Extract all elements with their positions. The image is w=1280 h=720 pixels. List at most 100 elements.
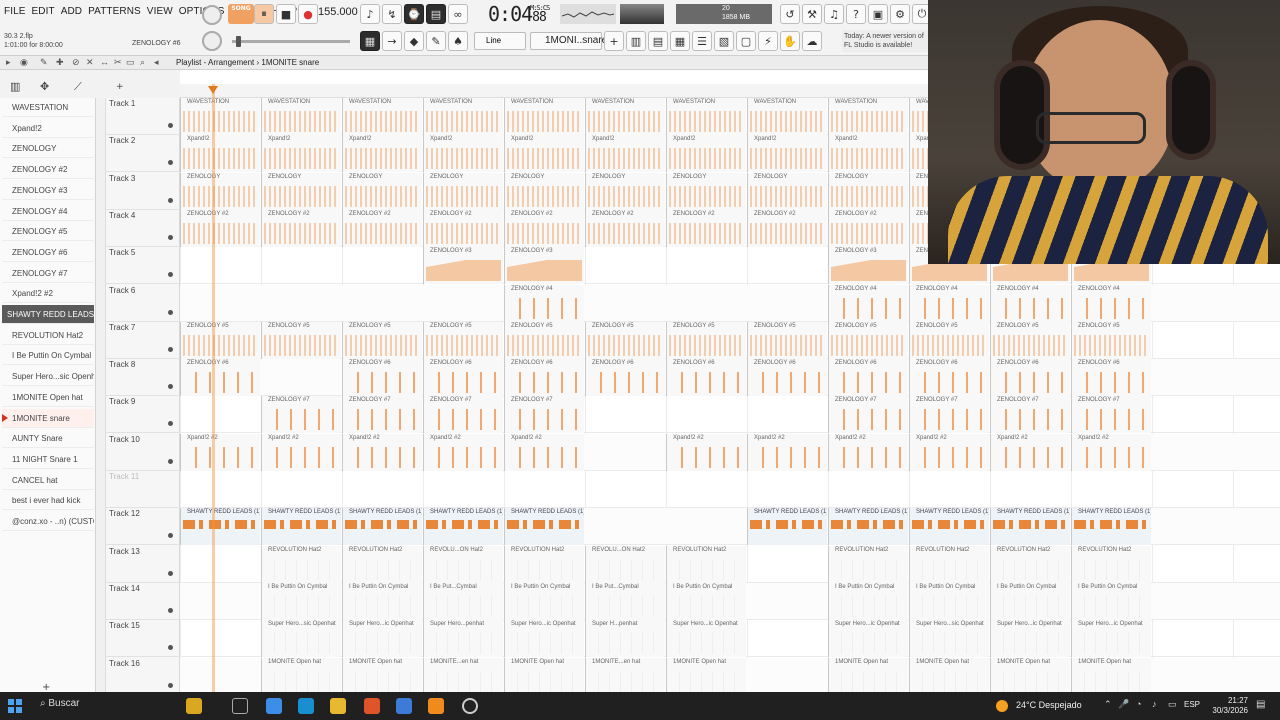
steam-icon[interactable] bbox=[396, 698, 412, 714]
news-panel[interactable]: Today: A newer version of FL Studio is a… bbox=[842, 30, 928, 52]
pattern-clip[interactable]: 1MONITE Open hat bbox=[342, 657, 422, 692]
pattern-clip[interactable]: REVOLUTION Hat2 bbox=[342, 545, 422, 583]
file-explorer-icon[interactable] bbox=[330, 698, 346, 714]
playlist-lane[interactable]: Xpand!2 #2 Xpand!2 #2 Xpand!2 #2 Xpand!2 #2… bbox=[180, 433, 1280, 471]
pattern-clip[interactable]: I Be Puttin On Cymbal bbox=[828, 582, 908, 620]
pattern-clip[interactable]: ZENOLOGY #5 bbox=[261, 321, 341, 359]
track-mute-dot-icon[interactable] bbox=[168, 234, 173, 240]
pattern-clip[interactable]: ZENOLOGY #4 bbox=[504, 284, 584, 322]
playhead-marker-icon[interactable] bbox=[208, 86, 218, 94]
track-mute-dot-icon[interactable] bbox=[168, 384, 173, 390]
microphone-icon[interactable]: ♫ bbox=[824, 4, 844, 24]
record-button[interactable]: ● bbox=[298, 4, 318, 24]
windows-start-icon[interactable] bbox=[8, 699, 22, 713]
pattern-clip[interactable]: ZENOLOGY #5 bbox=[180, 321, 260, 359]
song-mode-button[interactable]: SONG bbox=[228, 4, 254, 24]
pattern-clip[interactable]: Xpand!2 #2 bbox=[504, 433, 584, 471]
pattern-clip[interactable]: ZENOLOGY #5 bbox=[828, 321, 908, 359]
pattern-clip[interactable]: ZENOLOGY #4 bbox=[990, 284, 1070, 322]
pattern-clip[interactable]: ZENOLOGY #6 bbox=[342, 359, 422, 397]
picker-splitter[interactable] bbox=[96, 98, 106, 692]
track-header[interactable]: Track 5 bbox=[106, 247, 180, 285]
pattern-clip[interactable]: Xpand!2 #2 bbox=[666, 433, 746, 471]
pattern-clip[interactable]: ZENOLOGY #7 bbox=[342, 396, 422, 434]
track-header[interactable]: Track 12 bbox=[106, 508, 180, 546]
picker-item[interactable]: REVOLUTION Hat2 bbox=[2, 326, 94, 345]
picker-item[interactable]: ZENOLOGY #4 bbox=[2, 202, 94, 221]
pattern-clip[interactable]: ZENOLOGY #2 bbox=[180, 209, 260, 247]
track-mute-dot-icon[interactable] bbox=[168, 533, 173, 539]
menu-edit[interactable]: EDIT bbox=[32, 6, 55, 17]
pattern-clip[interactable]: Super Hero...ic Openhat bbox=[666, 620, 746, 658]
pattern-clip[interactable]: ZENOLOGY #5 bbox=[990, 321, 1070, 359]
track-header[interactable]: Track 9 bbox=[106, 396, 180, 434]
picker-item[interactable]: Xpand!2 bbox=[2, 119, 94, 138]
track-header[interactable]: Track 11 bbox=[106, 471, 180, 508]
pattern-clip[interactable]: Xpand!2 #2 bbox=[423, 433, 503, 471]
edge-icon[interactable] bbox=[298, 698, 314, 714]
playlist-lane[interactable]: I Be Puttin On Cymbal I Be Puttin On Cymb… bbox=[180, 582, 1280, 620]
pattern-clip[interactable]: Xpand!2 #2 bbox=[990, 433, 1070, 471]
menu-patterns[interactable]: PATTERNS bbox=[88, 6, 141, 17]
pattern-clip[interactable]: WAVESTATION bbox=[666, 98, 746, 135]
mixer-icon[interactable]: ⚒ bbox=[802, 4, 822, 24]
pattern-song-knob[interactable] bbox=[202, 5, 222, 25]
pattern-clip[interactable]: ZENOLOGY #6 bbox=[828, 359, 908, 397]
pattern-clip[interactable]: REVOLUTION Hat2 bbox=[261, 545, 341, 583]
pattern-clip[interactable]: ZENOLOGY #6 bbox=[504, 359, 584, 397]
menu-file[interactable]: FILE bbox=[4, 6, 26, 17]
playlist-lane[interactable]: ZENOLOGY #5 ZENOLOGY #5 ZENOLOGY #5 ZENOLOG… bbox=[180, 321, 1280, 359]
pattern-clip[interactable]: SHAWTY REDD LEADS (1) bbox=[504, 508, 584, 546]
pattern-clip[interactable]: WAVESTATION bbox=[828, 98, 908, 135]
pattern-clip[interactable]: ZENOLOGY #7 bbox=[261, 396, 341, 434]
play-button[interactable]: ⏸ bbox=[254, 4, 274, 24]
edit-icon[interactable]: ⟋ bbox=[74, 80, 82, 94]
playlist-lane[interactable]: Super Hero...sic Openhat Super Hero...ic … bbox=[180, 620, 1280, 658]
channel-rack-icon[interactable]: ▤ bbox=[648, 31, 668, 51]
copilot-app-icon[interactable] bbox=[266, 698, 282, 714]
pattern-clip[interactable]: Xpand!2 #2 bbox=[1071, 433, 1151, 471]
pattern-clip[interactable]: Xpand!2 bbox=[828, 135, 908, 173]
pattern-clip[interactable]: I Be Puttin On Cymbal bbox=[342, 582, 422, 620]
pattern-clip[interactable]: ZENOLOGY #7 bbox=[990, 396, 1070, 434]
pattern-clip[interactable]: ZENOLOGY bbox=[828, 172, 908, 210]
pattern-clip[interactable]: WAVESTATION bbox=[261, 98, 341, 135]
delete-tool-icon[interactable]: ⊘ bbox=[72, 57, 80, 68]
copilot-icon[interactable] bbox=[186, 698, 202, 714]
undo-history-icon[interactable]: ↺ bbox=[780, 4, 800, 24]
playlist-lane[interactable]: ZENOLOGY #4 ZENOLOGY #4 ZENOLOGY #4 ZENOLOG… bbox=[180, 284, 1280, 322]
pattern-clip[interactable]: ZENOLOGY #7 bbox=[1071, 396, 1151, 434]
pattern-clip[interactable]: Xpand!2 #2 bbox=[342, 433, 422, 471]
pattern-clip[interactable]: 1MONITE Open hat bbox=[504, 657, 584, 692]
pattern-clip[interactable]: ZENOLOGY #6 bbox=[1071, 359, 1151, 397]
pattern-clip[interactable]: Xpand!2 #2 bbox=[747, 433, 827, 471]
piano-mode-icon[interactable]: ▥ bbox=[10, 80, 20, 93]
pattern-clip[interactable]: ZENOLOGY #3 bbox=[504, 247, 584, 285]
pattern-clip[interactable]: SHAWTY REDD LEADS (1) bbox=[909, 508, 989, 546]
track-mute-dot-icon[interactable] bbox=[168, 458, 173, 464]
pattern-clip[interactable]: SHAWTY REDD LEADS (1) bbox=[990, 508, 1070, 546]
touch-icon[interactable]: ✋ bbox=[780, 31, 800, 51]
pattern-clip[interactable]: ZENOLOGY #3 bbox=[423, 247, 503, 285]
pattern-clip[interactable]: ZENOLOGY bbox=[585, 172, 665, 210]
stop-button[interactable]: ■ bbox=[276, 4, 296, 24]
pattern-clip[interactable]: Xpand!2 #2 bbox=[828, 433, 908, 471]
pattern-clip[interactable]: SHAWTY REDD LEADS (1) bbox=[180, 508, 260, 546]
pattern-clip[interactable]: ZENOLOGY #2 bbox=[666, 209, 746, 247]
pattern-clip[interactable]: REVOLUTION Hat2 bbox=[1071, 545, 1151, 583]
pattern-clip[interactable]: Xpand!2 bbox=[504, 135, 584, 173]
picker-item[interactable]: ZENOLOGY bbox=[2, 139, 94, 159]
weather-text[interactable]: 24°C Despejado bbox=[1016, 700, 1082, 710]
add-pattern-button[interactable]: + bbox=[604, 31, 624, 51]
pattern-clip[interactable]: I Be Puttin On Cymbal bbox=[504, 582, 584, 620]
help-icon[interactable]: ? bbox=[846, 4, 866, 24]
picker-item[interactable]: CANCEL hat bbox=[2, 471, 94, 490]
pattern-clip[interactable]: Xpand!2 bbox=[747, 135, 827, 173]
master-pitch-slider[interactable] bbox=[232, 36, 350, 47]
countdown-button[interactable]: ⌚ bbox=[404, 4, 424, 24]
track-header[interactable]: Track 14 bbox=[106, 583, 180, 620]
pattern-clip[interactable]: I Be Puttin On Cymbal bbox=[261, 582, 341, 620]
track-mute-dot-icon[interactable] bbox=[168, 682, 173, 688]
magnet-icon[interactable]: ◆ bbox=[404, 31, 424, 51]
pattern-clip[interactable]: REVOLUTION Hat2 bbox=[666, 545, 746, 583]
